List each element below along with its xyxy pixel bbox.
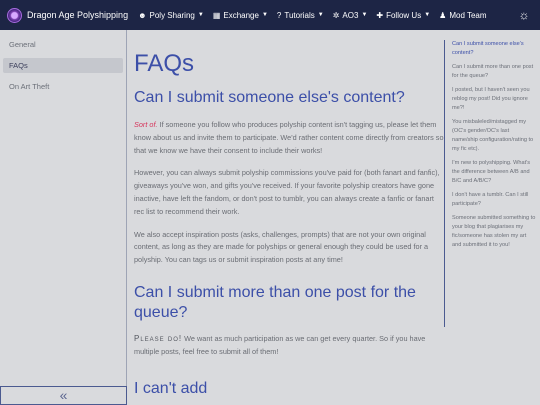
logo: [7, 7, 22, 23]
site-title: Dragon Age Polyshipping: [27, 10, 129, 20]
paragraph-text: If someone you follow who produces polys…: [134, 120, 444, 155]
question-icon: ?: [276, 10, 282, 20]
nav-label: Tutorials: [284, 10, 315, 20]
caret-down-icon: ▼: [197, 12, 204, 18]
nav-tutorials[interactable]: ? Tutorials ▼: [277, 11, 324, 20]
brand[interactable]: Dragon Age Polyshipping: [7, 7, 129, 23]
faq-paragraph: However, you can always submit polyship …: [134, 168, 440, 216]
toc-link[interactable]: You misbaleled/mistagged my (OC's gender…: [452, 118, 536, 154]
nav-mod-team[interactable]: ♟ Mod Team: [439, 11, 486, 20]
nav-exchange[interactable]: ▦ Exchange ▼: [213, 11, 268, 20]
sidebar: General FAQs On Art Theft «: [0, 30, 127, 405]
page-title: FAQs: [134, 50, 195, 77]
main-content: FAQs Can I submit someone else's content…: [128, 30, 444, 405]
sidebar-item-faqs[interactable]: FAQs: [3, 58, 123, 73]
nav-ao3[interactable]: ✲ AO3 ▼: [333, 11, 368, 20]
nav-label: Poly Sharing: [149, 10, 195, 20]
ao3-icon: ✲: [332, 10, 340, 20]
nav-poly-sharing[interactable]: ☻ Poly Sharing ▼: [138, 11, 204, 20]
user-plus-icon: ✚: [376, 10, 384, 20]
sidebar-item-general[interactable]: General: [3, 37, 123, 52]
toc-link[interactable]: I posted, but I haven't seen you reblog …: [452, 86, 536, 113]
sidebar-item-on-art-theft[interactable]: On Art Theft: [3, 79, 123, 94]
toc-link[interactable]: Someone submitted something to your blog…: [452, 214, 536, 250]
faq-paragraph: We also accept inspiration posts (asks, …: [134, 229, 429, 265]
faq-heading-partial: I can't add: [134, 379, 208, 397]
nav-label: AO3: [342, 10, 359, 20]
sun-icon[interactable]: ☼: [517, 8, 531, 22]
nav-follow-us[interactable]: ✚ Follow Us ▼: [376, 11, 430, 20]
collapse-sidebar-button[interactable]: «: [0, 386, 127, 405]
faq-paragraph: Please do! We want as much participation…: [134, 333, 444, 359]
faq-heading-more-than-one: Can I submit more than one post for the …: [134, 283, 416, 321]
faq-paragraph: Sort of. If someone you follow who produ…: [134, 119, 444, 157]
nav-menu: ☻ Poly Sharing ▼ ▦ Exchange ▼ ? Tutorial…: [138, 11, 495, 20]
users-icon: ☻: [138, 10, 147, 20]
accent-text: Sort of.: [134, 120, 158, 129]
nav-label: Exchange: [223, 10, 259, 20]
toc-link[interactable]: I'm new to polyshipping. What's the diff…: [452, 159, 536, 186]
nav-label: Mod Team: [449, 10, 487, 20]
caret-down-icon: ▼: [361, 12, 368, 18]
caret-down-icon: ▼: [317, 12, 324, 18]
caret-down-icon: ▼: [424, 12, 431, 18]
toc-link[interactable]: I don't have a tumblr. Can I still parti…: [452, 191, 536, 209]
caret-down-icon: ▼: [261, 12, 268, 18]
team-icon: ♟: [439, 10, 447, 20]
top-navbar: Dragon Age Polyshipping ☻ Poly Sharing ▼…: [0, 0, 540, 30]
table-of-contents: Can I submit someone else's content? Can…: [444, 40, 536, 327]
toc-link[interactable]: Can I submit more than one post for the …: [452, 63, 536, 81]
exchange-icon: ▦: [212, 10, 221, 20]
toc-link[interactable]: Can I submit someone else's content?: [452, 40, 536, 58]
smallcaps-text: Please do!: [134, 333, 183, 343]
nav-label: Follow Us: [386, 10, 422, 20]
faq-heading-submit-others: Can I submit someone else's content?: [134, 89, 405, 106]
